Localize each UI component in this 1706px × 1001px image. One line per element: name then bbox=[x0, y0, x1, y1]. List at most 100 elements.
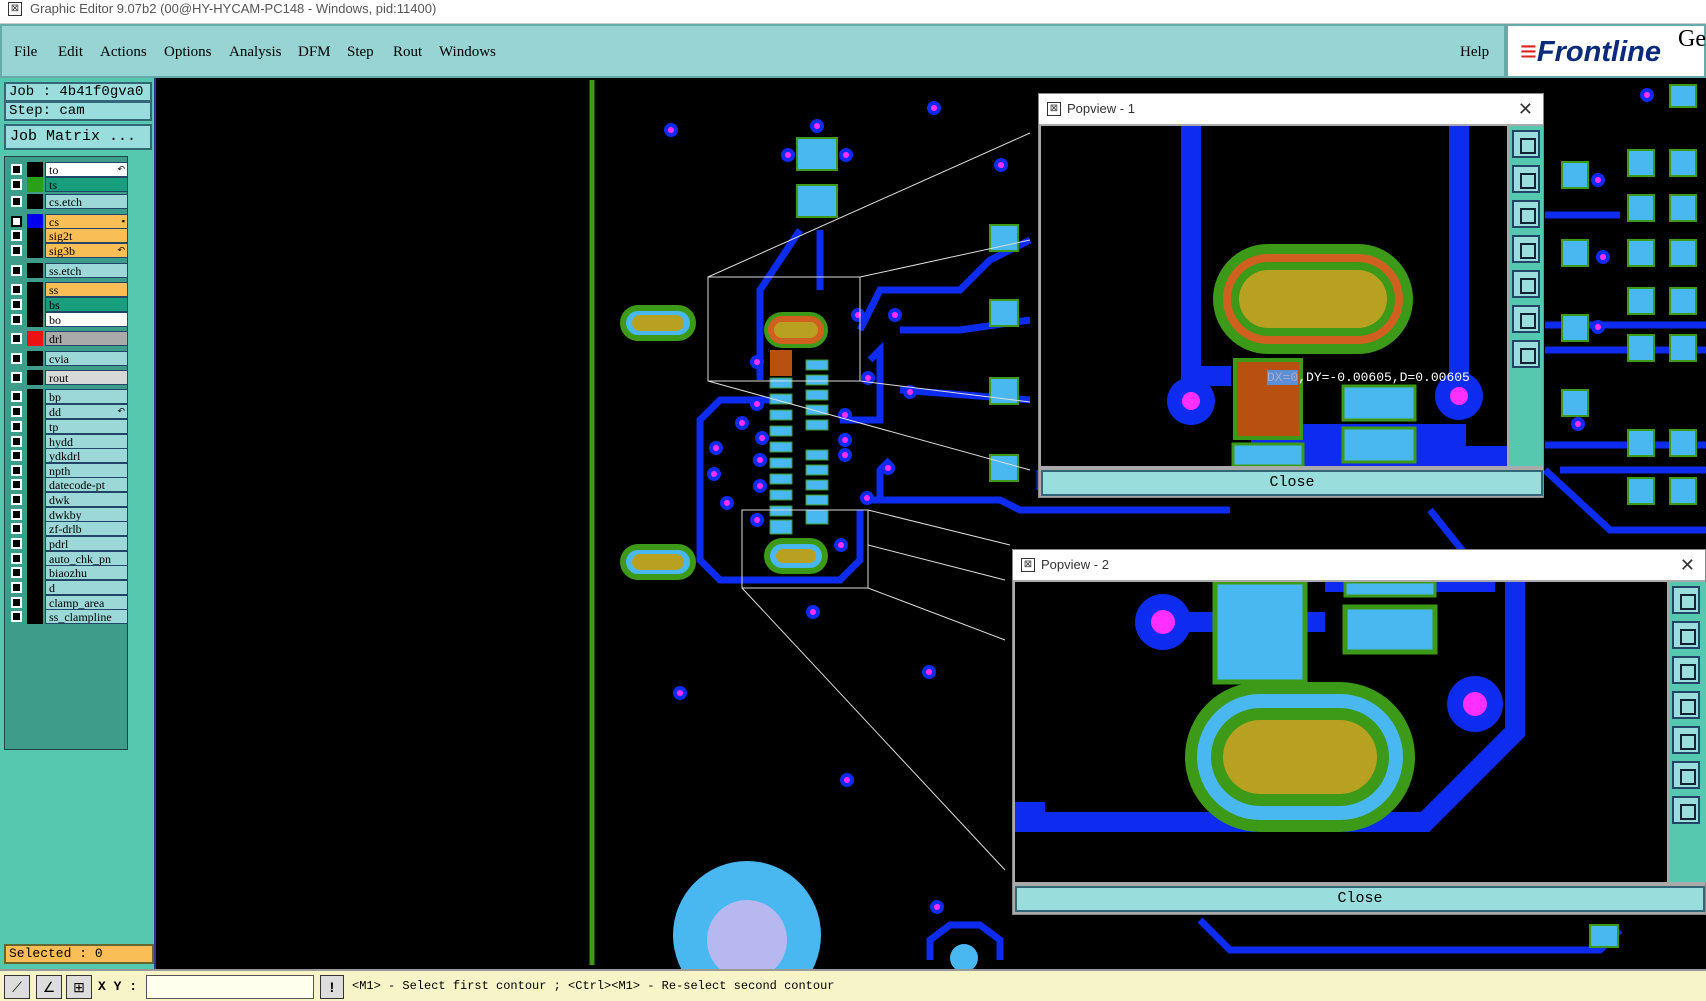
pan-down-icon[interactable] bbox=[1512, 200, 1540, 228]
layer-name[interactable]: cs.etch bbox=[45, 194, 128, 209]
layer-color-swatch[interactable] bbox=[27, 282, 43, 297]
layer-checkbox[interactable] bbox=[11, 494, 22, 505]
popview-2-close-icon[interactable]: ✕ bbox=[1680, 550, 1695, 580]
layer-color-swatch[interactable] bbox=[27, 595, 43, 610]
layer-name[interactable]: clamp_area bbox=[45, 595, 128, 610]
layer-name[interactable]: sig2t bbox=[45, 228, 128, 243]
layer-row[interactable]: bo bbox=[7, 312, 128, 327]
layer-row[interactable]: sig3b ↶ bbox=[7, 243, 128, 258]
zoom-in-icon[interactable] bbox=[1672, 761, 1700, 789]
layer-color-swatch[interactable] bbox=[27, 312, 43, 327]
layer-name[interactable]: bs bbox=[45, 297, 128, 312]
zoom-out-icon[interactable] bbox=[1672, 796, 1700, 824]
layer-row[interactable]: npth bbox=[7, 463, 128, 478]
layer-checkbox[interactable] bbox=[11, 372, 22, 383]
layer-color-swatch[interactable] bbox=[27, 434, 43, 449]
layer-color-swatch[interactable] bbox=[27, 477, 43, 492]
layer-checkbox[interactable] bbox=[11, 465, 22, 476]
pan-up-icon[interactable] bbox=[1672, 621, 1700, 649]
layer-row[interactable]: datecode-pt bbox=[7, 477, 128, 492]
layer-row[interactable]: pdrl bbox=[7, 536, 128, 551]
popview-1-close-icon[interactable]: ✕ bbox=[1518, 94, 1533, 124]
layer-checkbox[interactable] bbox=[11, 265, 22, 276]
layer-checkbox[interactable] bbox=[11, 436, 22, 447]
layer-color-swatch[interactable] bbox=[27, 419, 43, 434]
layer-color-swatch[interactable] bbox=[27, 580, 43, 595]
menu-file[interactable]: File bbox=[14, 44, 37, 61]
zoom-in-icon[interactable] bbox=[1512, 305, 1540, 333]
layer-checkbox[interactable] bbox=[11, 216, 22, 227]
layer-name[interactable]: ss_clampline bbox=[45, 609, 128, 624]
layer-name[interactable]: cs bbox=[45, 214, 128, 229]
layer-name[interactable]: bp bbox=[45, 389, 128, 404]
layer-color-swatch[interactable] bbox=[27, 351, 43, 366]
layer-row[interactable]: cs.etch bbox=[7, 194, 128, 209]
layer-name[interactable]: biaozhu bbox=[45, 565, 128, 580]
layer-row[interactable]: auto_chk_pn bbox=[7, 551, 128, 566]
layer-color-swatch[interactable] bbox=[27, 448, 43, 463]
layer-checkbox[interactable] bbox=[11, 406, 22, 417]
layer-row[interactable]: d bbox=[7, 580, 128, 595]
pan-left-icon[interactable] bbox=[1512, 235, 1540, 263]
layer-name[interactable]: bo bbox=[45, 312, 128, 327]
layer-row[interactable]: clamp_area bbox=[7, 595, 128, 610]
layer-row[interactable]: dwkby bbox=[7, 507, 128, 522]
layer-name[interactable]: hydd bbox=[45, 434, 128, 449]
layer-row[interactable]: tp bbox=[7, 419, 128, 434]
layer-color-swatch[interactable] bbox=[27, 370, 43, 385]
layer-row[interactable]: biaozhu bbox=[7, 565, 128, 580]
xy-input[interactable] bbox=[146, 975, 314, 999]
layer-color-swatch[interactable] bbox=[27, 565, 43, 580]
layer-checkbox[interactable] bbox=[11, 582, 22, 593]
layer-color-swatch[interactable] bbox=[27, 551, 43, 566]
layer-color-swatch[interactable] bbox=[27, 214, 43, 229]
layer-color-swatch[interactable] bbox=[27, 297, 43, 312]
layer-checkbox[interactable] bbox=[11, 333, 22, 344]
pan-up-icon[interactable] bbox=[1512, 165, 1540, 193]
layer-checkbox[interactable] bbox=[11, 179, 22, 190]
layer-checkbox[interactable] bbox=[11, 164, 22, 175]
layer-checkbox[interactable] bbox=[11, 391, 22, 402]
layer-checkbox[interactable] bbox=[11, 245, 22, 256]
layer-color-swatch[interactable] bbox=[27, 263, 43, 278]
layer-color-swatch[interactable] bbox=[27, 492, 43, 507]
layer-row[interactable]: cs ▪ bbox=[7, 214, 128, 229]
layer-color-swatch[interactable] bbox=[27, 463, 43, 478]
snap-tool-icon[interactable]: ⟋ bbox=[4, 975, 30, 999]
layer-checkbox[interactable] bbox=[11, 538, 22, 549]
layer-color-swatch[interactable] bbox=[27, 609, 43, 624]
popview-2-view[interactable] bbox=[1015, 582, 1667, 882]
layer-name[interactable]: to bbox=[45, 162, 128, 177]
pan-left-icon[interactable] bbox=[1672, 691, 1700, 719]
layer-checkbox[interactable] bbox=[11, 479, 22, 490]
layer-checkbox[interactable] bbox=[11, 353, 22, 364]
layer-name[interactable]: rout bbox=[45, 370, 128, 385]
zoom-fit-icon[interactable] bbox=[1512, 130, 1540, 158]
layer-color-swatch[interactable] bbox=[27, 521, 43, 536]
pan-right-icon[interactable] bbox=[1672, 726, 1700, 754]
layer-row[interactable]: bs bbox=[7, 297, 128, 312]
layer-color-swatch[interactable] bbox=[27, 162, 43, 177]
layer-row[interactable]: ydkdrl bbox=[7, 448, 128, 463]
layer-row[interactable]: drl bbox=[7, 331, 128, 346]
layer-name[interactable]: sig3b bbox=[45, 243, 128, 258]
layer-color-swatch[interactable] bbox=[27, 194, 43, 209]
layer-row[interactable]: to ↶ bbox=[7, 162, 128, 177]
layer-checkbox[interactable] bbox=[11, 196, 22, 207]
layer-name[interactable]: ydkdrl bbox=[45, 448, 128, 463]
layer-name[interactable]: ts bbox=[45, 177, 128, 192]
pan-down-icon[interactable] bbox=[1672, 656, 1700, 684]
zoom-out-icon[interactable] bbox=[1512, 340, 1540, 368]
menu-rout[interactable]: Rout bbox=[393, 44, 422, 61]
zoom-fit-icon[interactable] bbox=[1672, 586, 1700, 614]
layer-row[interactable]: hydd bbox=[7, 434, 128, 449]
layer-color-swatch[interactable] bbox=[27, 331, 43, 346]
grid-tool-icon[interactable]: ⊞ bbox=[66, 975, 92, 999]
layer-row[interactable]: sig2t bbox=[7, 228, 128, 243]
menu-analysis[interactable]: Analysis bbox=[229, 44, 282, 61]
popview-1-close-button[interactable]: Close bbox=[1041, 470, 1543, 496]
popview-1-view[interactable]: DX=0,DY=-0.00605,D=0.00605 bbox=[1041, 126, 1507, 466]
layer-row[interactable]: dd ↶ bbox=[7, 404, 128, 419]
layer-name[interactable]: ss bbox=[45, 282, 128, 297]
layer-name[interactable]: auto_chk_pn bbox=[45, 551, 128, 566]
